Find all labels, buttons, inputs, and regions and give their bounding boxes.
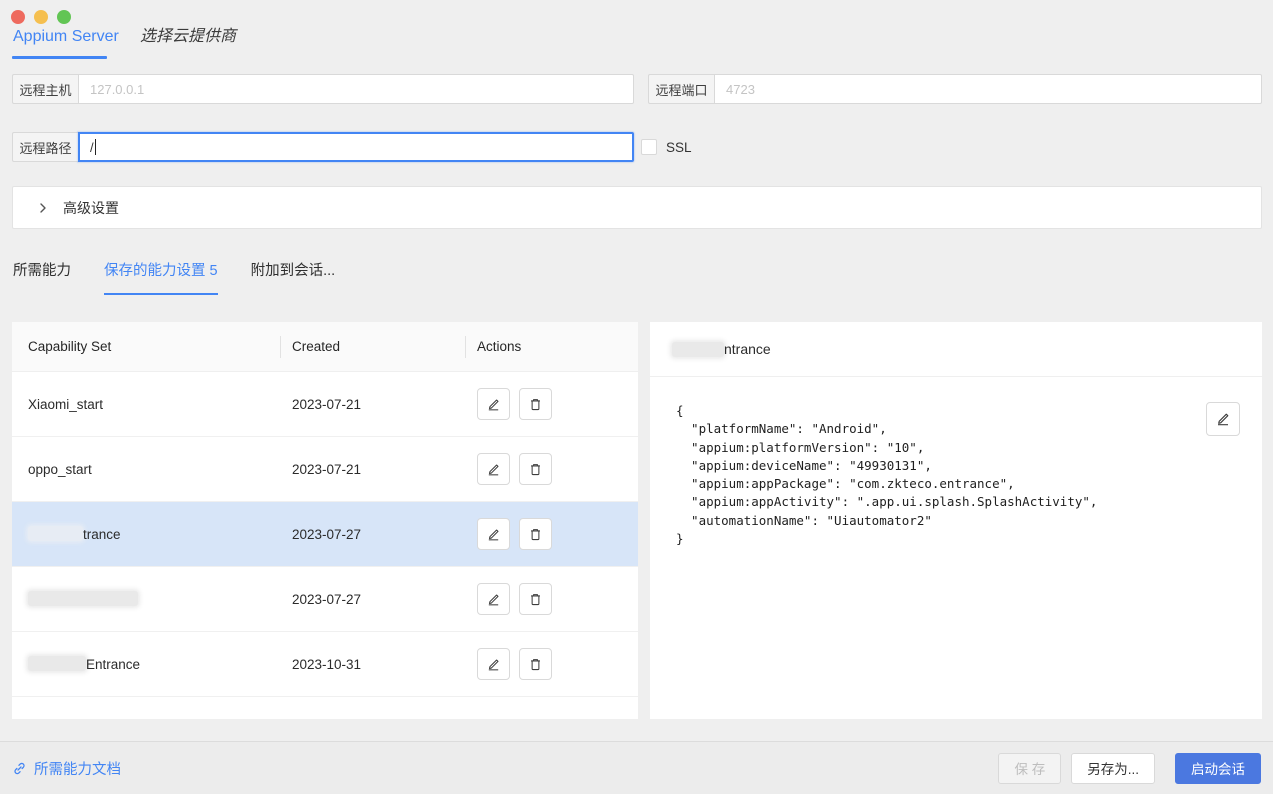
created-date: 2023-07-21 bbox=[280, 462, 465, 477]
advanced-settings-panel[interactable]: 高级设置 bbox=[12, 186, 1262, 229]
remote-port-group: 远程端口 bbox=[648, 74, 1262, 104]
remote-host-group: 远程主机 bbox=[12, 74, 634, 104]
table-header: Capability Set Created Actions bbox=[12, 322, 638, 372]
edit-capability-button[interactable] bbox=[477, 388, 510, 420]
created-date: 2023-07-27 bbox=[280, 527, 465, 542]
capability-detail-panel: ntrance { "platformName": "Android", "ap… bbox=[650, 322, 1262, 719]
active-tab-underline bbox=[12, 56, 107, 59]
tab-desired-capabilities[interactable]: 所需能力 bbox=[13, 259, 71, 295]
column-header-actions: Actions bbox=[465, 339, 638, 354]
tab-cloud-provider[interactable]: 选择云提供商 bbox=[140, 27, 236, 47]
capability-tabs: 所需能力 保存的能力设置 5 附加到会话... bbox=[13, 259, 368, 295]
table-row[interactable]: Xiaomi_start 2023-07-21 bbox=[12, 372, 638, 437]
text-caret bbox=[95, 139, 97, 155]
remote-path-label: 远程路径 bbox=[12, 132, 78, 162]
tab-attach-to-session[interactable]: 附加到会话... bbox=[251, 259, 336, 295]
edit-capability-button[interactable] bbox=[477, 648, 510, 680]
start-session-button[interactable]: 启动会话 bbox=[1175, 753, 1261, 784]
ssl-label: SSL bbox=[666, 140, 692, 155]
capability-set-table: Capability Set Created Actions Xiaomi_st… bbox=[12, 322, 638, 719]
remote-port-input[interactable] bbox=[714, 74, 1262, 104]
table-row[interactable]: 2023-07-27 bbox=[12, 567, 638, 632]
link-icon bbox=[12, 761, 27, 776]
redacted-text bbox=[28, 656, 86, 671]
advanced-settings-label: 高级设置 bbox=[63, 198, 119, 218]
footer-bar: 所需能力文档 保 存 另存为... 启动会话 bbox=[0, 741, 1273, 794]
delete-capability-button[interactable] bbox=[519, 453, 552, 485]
edit-capability-button[interactable] bbox=[477, 518, 510, 550]
window-controls bbox=[11, 10, 71, 24]
minimize-window-icon[interactable] bbox=[34, 10, 48, 24]
capability-set-name: trance bbox=[12, 526, 280, 542]
table-row-selected[interactable]: trance 2023-07-27 bbox=[12, 502, 638, 567]
delete-capability-button[interactable] bbox=[519, 518, 552, 550]
zoom-window-icon[interactable] bbox=[57, 10, 71, 24]
close-window-icon[interactable] bbox=[11, 10, 25, 24]
delete-capability-button[interactable] bbox=[519, 648, 552, 680]
capability-json: { "platformName": "Android", "appium:pla… bbox=[676, 402, 1236, 548]
save-as-button[interactable]: 另存为... bbox=[1071, 753, 1155, 784]
redacted-text bbox=[28, 591, 138, 606]
edit-capability-button[interactable] bbox=[477, 453, 510, 485]
capability-set-name bbox=[12, 591, 280, 607]
tab-appium-server[interactable]: Appium Server bbox=[13, 27, 119, 47]
remote-path-value: / bbox=[90, 140, 94, 155]
capability-set-name: Xiaomi_start bbox=[12, 397, 280, 412]
capability-detail-title: ntrance bbox=[650, 322, 1262, 377]
ssl-checkbox[interactable] bbox=[641, 139, 657, 155]
column-header-capability-set: Capability Set bbox=[12, 339, 280, 354]
remote-port-label: 远程端口 bbox=[648, 74, 714, 104]
capability-set-name: oppo_start bbox=[12, 462, 280, 477]
remote-path-group: 远程路径 / bbox=[12, 132, 634, 162]
created-date: 2023-07-21 bbox=[280, 397, 465, 412]
table-row[interactable]: oppo_start 2023-07-21 bbox=[12, 437, 638, 502]
remote-path-input[interactable]: / bbox=[78, 132, 634, 162]
tab-saved-capability-sets[interactable]: 保存的能力设置 5 bbox=[104, 259, 218, 295]
capability-set-name: Entrance bbox=[12, 656, 280, 672]
created-date: 2023-10-31 bbox=[280, 657, 465, 672]
chevron-right-icon bbox=[37, 202, 49, 214]
created-date: 2023-07-27 bbox=[280, 592, 465, 607]
save-button[interactable]: 保 存 bbox=[998, 753, 1061, 784]
desired-capabilities-doc-link[interactable]: 所需能力文档 bbox=[12, 758, 121, 779]
delete-capability-button[interactable] bbox=[519, 388, 552, 420]
redacted-text bbox=[28, 526, 83, 541]
remote-host-label: 远程主机 bbox=[12, 74, 78, 104]
column-header-created: Created bbox=[280, 339, 465, 354]
delete-capability-button[interactable] bbox=[519, 583, 552, 615]
edit-json-button[interactable] bbox=[1206, 402, 1240, 436]
edit-capability-button[interactable] bbox=[477, 583, 510, 615]
redacted-text bbox=[672, 342, 724, 357]
remote-host-input[interactable] bbox=[78, 74, 634, 104]
table-row[interactable]: Entrance 2023-10-31 bbox=[12, 632, 638, 697]
ssl-option: SSL bbox=[641, 132, 692, 162]
doc-link-label: 所需能力文档 bbox=[34, 758, 121, 779]
